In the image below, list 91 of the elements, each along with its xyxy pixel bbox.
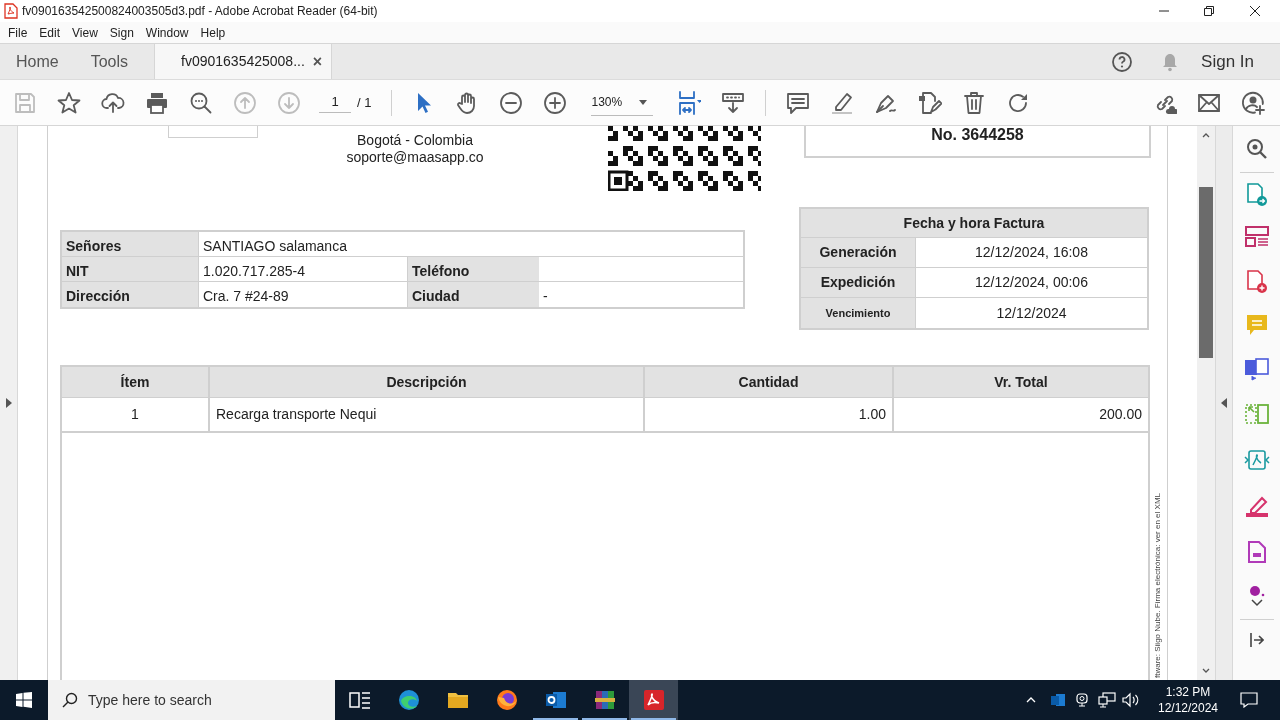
pdf-add-icon[interactable] [1245, 270, 1268, 294]
column-header: Ítem [119, 372, 151, 392]
restore-icon[interactable] [1203, 5, 1215, 17]
trash-icon[interactable] [962, 90, 987, 115]
speaker-icon[interactable] [1122, 692, 1140, 708]
zoom-icon[interactable] [1245, 138, 1268, 160]
nav-tab[interactable]: Home [0, 44, 75, 79]
close-icon[interactable] [1249, 5, 1261, 17]
date-value: 12/12/2024, 16:08 [974, 243, 1089, 262]
window-title: fv090163542500824003505d3.pdf - Adobe Acrobat Reader (64-bit) [22, 3, 378, 20]
vertical-footer-text: ftware: Siigo Nube. Firma electrónica: ver en el XML [1152, 493, 1163, 678]
page-fit-icon[interactable] [677, 90, 702, 115]
windows-logo-icon[interactable] [16, 692, 32, 708]
menu-item[interactable]: Edit [33, 23, 67, 42]
search-field[interactable]: Type here to search [48, 680, 335, 720]
layout-icon[interactable] [1244, 226, 1269, 248]
menu-item[interactable]: Sign [103, 23, 140, 42]
printer-icon[interactable] [145, 90, 169, 115]
field-label: Dirección [62, 282, 198, 307]
date-value: 12/12/2024 [995, 303, 1068, 323]
notification-icon[interactable] [1240, 692, 1258, 708]
column-header: Descripción [208, 367, 643, 397]
menu-item[interactable]: File [2, 23, 34, 42]
expand-arrow-icon[interactable] [5, 398, 12, 408]
cloud-upload-icon[interactable] [101, 90, 125, 115]
column-header: Vr. Total [892, 367, 1148, 397]
document-convert-icon[interactable] [1243, 358, 1270, 382]
network-icon[interactable] [1098, 692, 1116, 708]
field-value: SANTIAGO salamanca [198, 232, 743, 256]
field-label: NIT [62, 257, 198, 281]
scroll-down-icon[interactable] [1202, 668, 1210, 674]
plus-circle-icon[interactable] [543, 90, 568, 115]
zoom-dropdown[interactable]: 130% [591, 89, 654, 116]
date-label: Vencimiento [801, 298, 916, 328]
column-header: Cantidad [643, 367, 892, 397]
highlighter-icon[interactable] [1244, 495, 1269, 517]
tab-label[interactable]: fv0901635425008... [181, 51, 305, 72]
magnifier-icon[interactable] [189, 90, 213, 115]
edit-document-icon[interactable] [918, 90, 943, 115]
chevron-down-icon[interactable] [1250, 599, 1263, 607]
menu-item[interactable]: View [66, 23, 104, 42]
caret-icon[interactable] [639, 99, 648, 105]
acrobat-icon[interactable] [641, 688, 666, 712]
compress-pdf-icon[interactable] [1243, 449, 1270, 471]
scroll-up-icon[interactable] [1202, 132, 1210, 138]
pdf-file-icon [4, 3, 18, 19]
invoice-number: No. 3644258 [931, 126, 1024, 145]
color-dot-icon[interactable] [1248, 585, 1265, 597]
collapse-panel-icon[interactable] [1249, 632, 1264, 648]
comment-icon[interactable] [786, 90, 811, 115]
field-value: - [542, 287, 549, 306]
edge-browser-icon[interactable] [396, 688, 421, 712]
collapse-arrow-icon[interactable] [1221, 398, 1227, 408]
date-value: 12/12/2024, 00:06 [974, 273, 1089, 292]
table-cell: 200.00 [892, 398, 1148, 431]
camera-icon[interactable] [1074, 692, 1090, 708]
archive-books-icon[interactable] [592, 688, 617, 712]
star-icon[interactable] [57, 90, 81, 115]
pdf-export-icon[interactable] [1245, 183, 1268, 207]
field-label: Ciudad [408, 282, 539, 307]
sign-in-button[interactable]: Sign In [1201, 48, 1254, 75]
document-icon[interactable] [1247, 541, 1266, 563]
date-label: Generación [801, 238, 916, 267]
menu-item[interactable]: Help [194, 23, 232, 42]
clock-time[interactable]: 1:32 PM [1165, 684, 1211, 700]
table-header: Fecha y hora Factura [801, 209, 1147, 238]
chevron-up-icon[interactable] [1026, 697, 1036, 703]
help-icon[interactable] [1111, 50, 1134, 73]
address-line: Bogotá - Colombia [357, 132, 473, 149]
field-label: Señores [62, 232, 198, 256]
nav-tab[interactable]: Tools [74, 44, 145, 79]
document-tab[interactable]: fv0901635425008... × [154, 44, 333, 79]
field-label: Teléfono [408, 257, 539, 281]
scrollbar-thumb[interactable] [1199, 187, 1213, 358]
clock-date[interactable]: 12/12/2024 [1157, 700, 1219, 716]
firefox-icon[interactable] [494, 688, 519, 712]
highlighter-icon[interactable] [830, 90, 855, 115]
tab-close[interactable]: × [312, 49, 323, 74]
page-number-field[interactable]: 1 [319, 92, 351, 113]
add-user-icon[interactable] [1241, 90, 1265, 115]
scroll-page-icon[interactable] [721, 90, 746, 115]
search-icon [62, 692, 78, 708]
date-label: Expedición [801, 268, 916, 297]
table-cell-text: 1 [130, 405, 140, 424]
minus-circle-icon[interactable] [499, 90, 524, 115]
table-cell: Recarga transporte Nequi [208, 398, 643, 431]
zoom-value[interactable]: 130% [591, 93, 623, 111]
menu-item[interactable]: Window [139, 23, 195, 42]
page-total: / 1 [357, 93, 372, 112]
table-cell: 1.00 [643, 398, 892, 431]
address-line: soporte@maasapp.co [346, 149, 484, 166]
